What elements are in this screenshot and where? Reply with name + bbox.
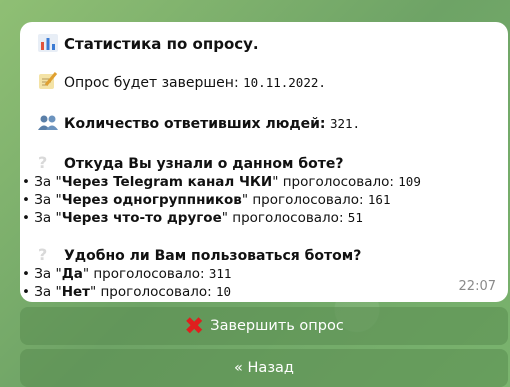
- q2-option-1-votes: 311: [208, 266, 232, 281]
- q2-option-2-votes: 10: [216, 284, 232, 299]
- count-row: Количество ответивших людей: 321.: [38, 113, 498, 133]
- q2-option-2: • За "Нет" проголосовало: 10: [22, 284, 232, 300]
- message-bubble: Статистика по опросу. Опрос будет заверш…: [20, 22, 508, 302]
- finish-poll-label: Завершить опрос: [210, 318, 344, 334]
- cross-mark-icon: ✖: [184, 312, 205, 340]
- q1-option-1-name: Через Telegram канал ЧКИ: [61, 174, 273, 190]
- q2-option-1-name: Да: [61, 266, 83, 282]
- q2-option-2-name: Нет: [61, 284, 90, 300]
- question-2-text: Удобно ли Вам пользоваться ботом?: [64, 248, 362, 264]
- question-mark-icon: ?: [38, 245, 48, 264]
- q1-option-1-votes: 109: [398, 174, 421, 189]
- memo-icon: [38, 72, 58, 90]
- q2-option-1: • За "Да" проголосовало: 311: [22, 266, 232, 282]
- q1-option-3-name: Через что-то другое: [61, 210, 222, 226]
- back-button[interactable]: « Назад: [20, 349, 508, 387]
- q1-option-1: • За "Через Telegram канал ЧКИ" проголос…: [22, 174, 421, 190]
- end-label: Опрос будет завершен:: [64, 75, 239, 91]
- question-mark-icon: ?: [38, 153, 48, 172]
- back-label: « Назад: [234, 360, 294, 376]
- q1-option-2-name: Через одногруппников: [61, 192, 242, 208]
- q1-option-2-votes: 161: [367, 192, 391, 207]
- count-label: Количество ответивших людей:: [64, 116, 326, 132]
- message-time: 22:07: [458, 279, 496, 294]
- bar-chart-icon: [38, 34, 58, 52]
- end-date: 10.11.2022.: [243, 75, 326, 90]
- finish-poll-button[interactable]: ✖ Завершить опрос: [20, 307, 508, 345]
- stats-title-row: Статистика по опросу.: [38, 34, 498, 53]
- stats-title: Статистика по опросу.: [64, 35, 259, 53]
- q1-option-3: • За "Через что-то другое" проголосовало…: [22, 210, 363, 226]
- q1-option-3-votes: 51: [347, 210, 363, 225]
- end-date-row: Опрос будет завершен: 10.11.2022.: [38, 72, 498, 92]
- count-value: 321.: [329, 116, 361, 131]
- question-1: ? Откуда Вы узнали о данном боте?: [38, 154, 498, 173]
- busts-icon: [38, 113, 58, 131]
- q1-option-2: • За "Через одногруппников" проголосовал…: [22, 192, 391, 208]
- question-1-text: Откуда Вы узнали о данном боте?: [64, 156, 344, 172]
- question-2: ? Удобно ли Вам пользоваться ботом?: [38, 246, 498, 265]
